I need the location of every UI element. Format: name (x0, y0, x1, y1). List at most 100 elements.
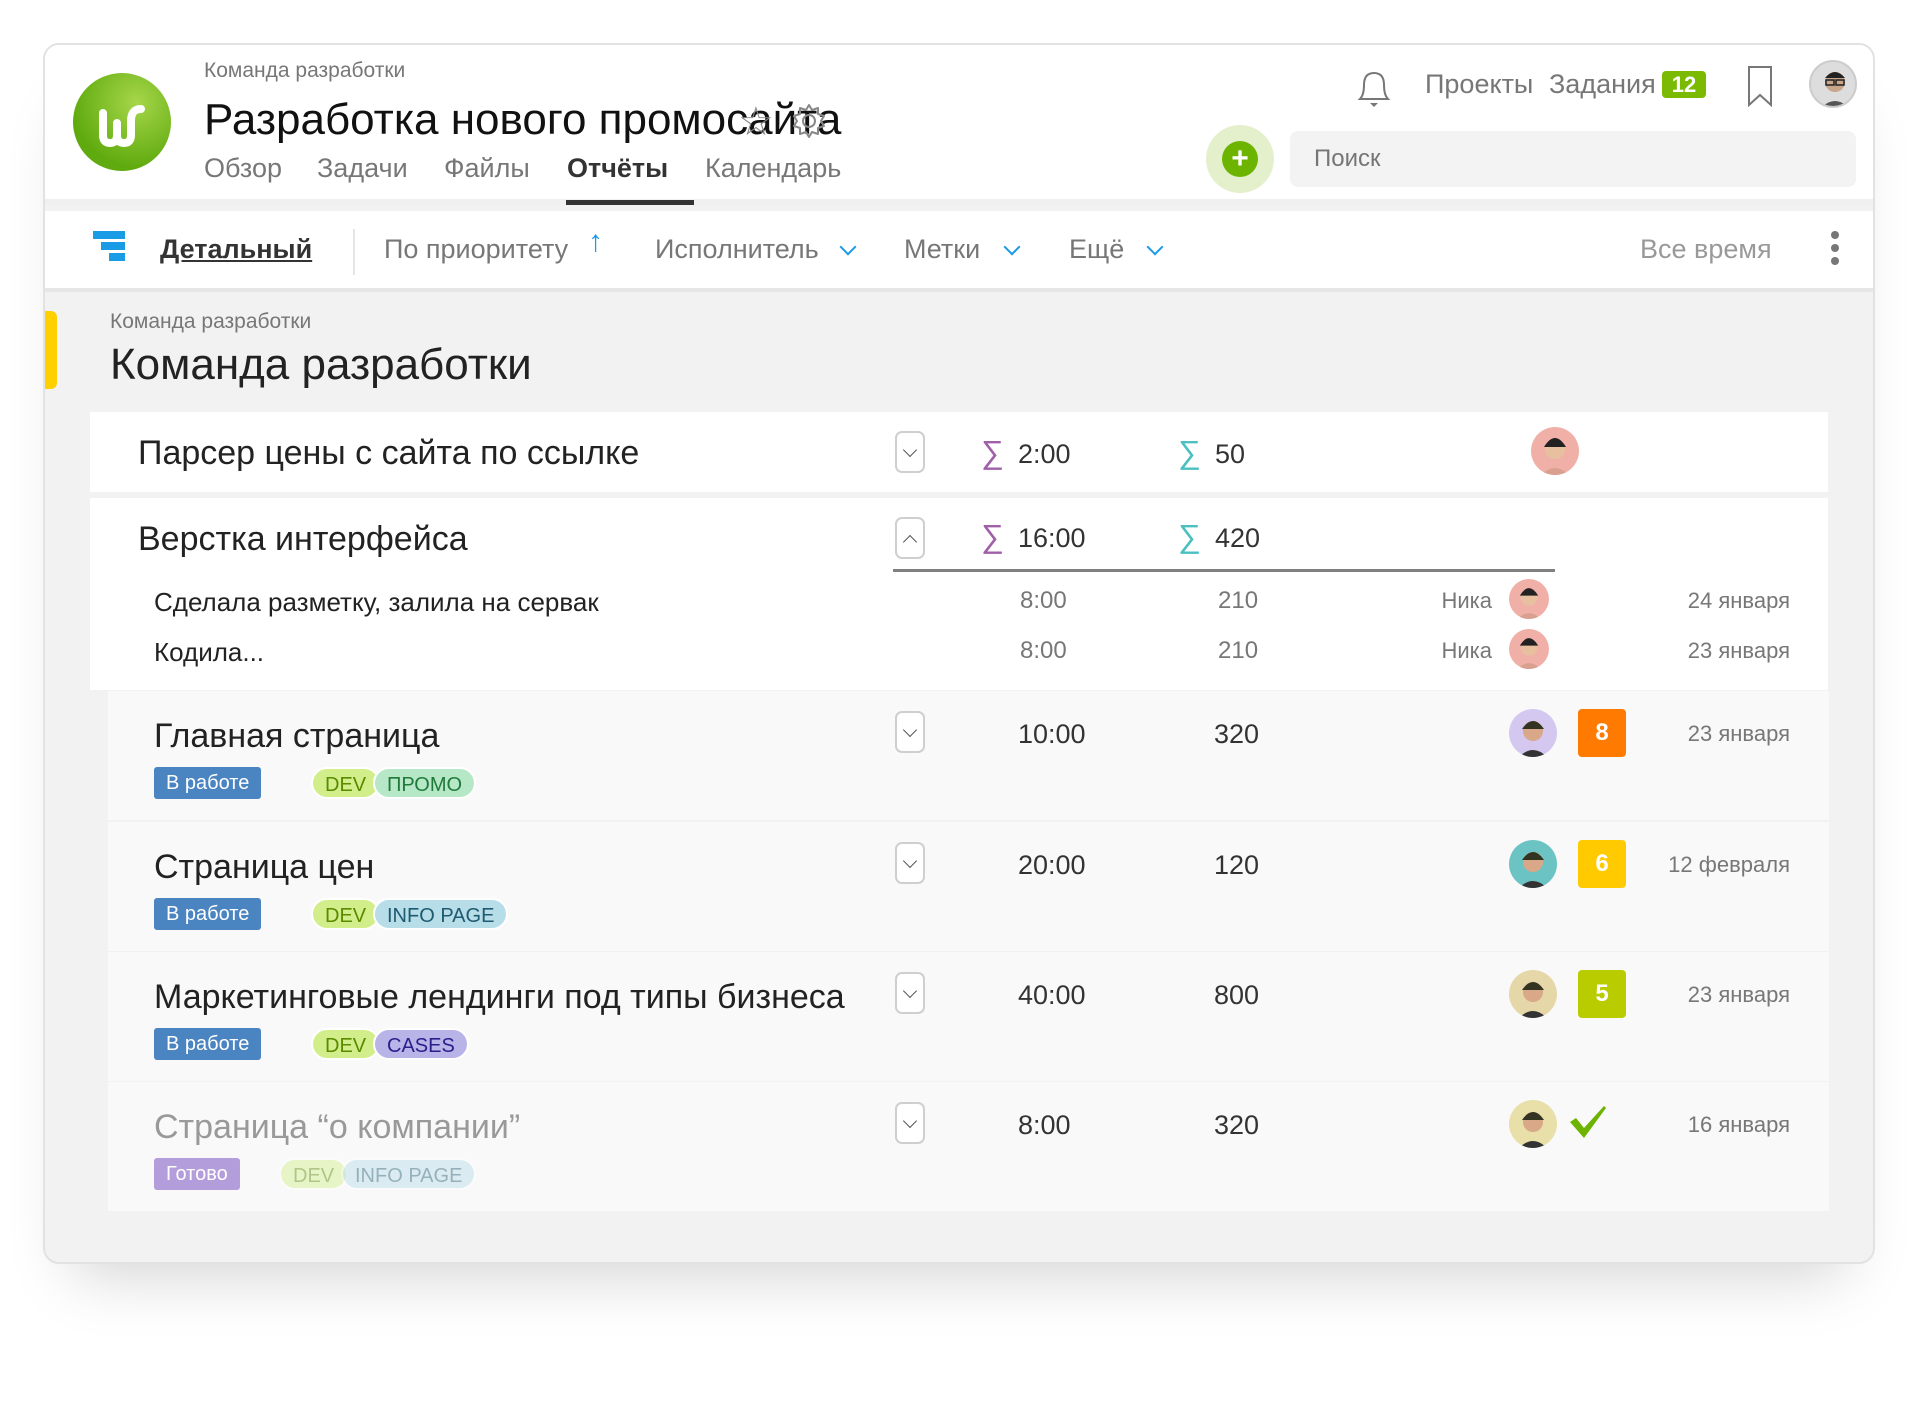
task-row[interactable]: Страница “о компании” Готово DEV INFO PAGE… (108, 1082, 1829, 1211)
status-badge[interactable]: В работе (154, 767, 262, 799)
avatar (1509, 1100, 1557, 1148)
sort-priority-button[interactable]: По приоритету (384, 234, 568, 265)
tasks-count-badge: 12 (1662, 71, 1706, 98)
tag-label[interactable]: ПРОМО (373, 767, 477, 799)
breadcrumb[interactable]: Команда разработки (204, 59, 405, 83)
tab-reports[interactable]: Отчёты (567, 153, 668, 184)
task-title[interactable]: Маркетинговые лендинги под типы бизнеса (154, 978, 845, 1017)
task-value: 800 (1214, 980, 1260, 1010)
group-value-total: 420 (1215, 523, 1261, 553)
group-value-total: 50 (1215, 439, 1246, 469)
expand-button[interactable] (895, 1102, 925, 1144)
task-row[interactable]: Главная страница В работе DEV ПРОМО 10:00 … (108, 691, 1829, 820)
status-badge[interactable]: В работе (154, 1028, 262, 1060)
avatar (1509, 970, 1557, 1018)
entry-value: 210 (1218, 637, 1259, 664)
tag-label[interactable]: INFO PAGE (373, 898, 509, 930)
tab-overview[interactable]: Обзор (204, 153, 282, 184)
tab-calendar[interactable]: Календарь (705, 153, 841, 184)
view-detailed-button[interactable]: Детальный (160, 234, 312, 265)
active-tab-indicator (566, 200, 694, 205)
group-title: Верстка интерфейса (138, 520, 468, 558)
chevron-down-icon (902, 983, 918, 999)
chevron-down-icon (902, 853, 918, 869)
task-row[interactable]: Страница цен В работе DEV INFO PAGE 20:00 … (108, 822, 1829, 951)
tag-label[interactable]: INFO PAGE (341, 1158, 477, 1190)
tab-tasks[interactable]: Задачи (317, 153, 408, 184)
more-options-icon[interactable] (1831, 231, 1839, 265)
gear-icon[interactable] (789, 101, 829, 146)
tag-label[interactable]: DEV (311, 898, 381, 930)
task-date: 16 января (1687, 1112, 1790, 1137)
tag-label[interactable]: DEV (311, 767, 381, 799)
more-filter[interactable]: Ещё (1069, 234, 1124, 265)
avatar (1509, 579, 1549, 619)
task-value: 320 (1214, 719, 1260, 749)
entry-user: Ника (1441, 588, 1492, 613)
expand-button[interactable] (895, 972, 925, 1014)
period-filter[interactable]: Все время (1640, 234, 1772, 265)
entry-time: 8:00 (1020, 637, 1067, 664)
tags-filter[interactable]: Метки (904, 234, 980, 265)
expand-button[interactable] (895, 842, 925, 884)
group-title: Парсер цены с сайта по ссылке (138, 434, 640, 472)
task-title[interactable]: Страница цен (154, 848, 374, 887)
tab-files[interactable]: Файлы (444, 153, 530, 184)
app-window: Команда разработки Разработка нового про… (43, 43, 1875, 1264)
task-date: 23 января (1687, 721, 1790, 746)
assignee-filter[interactable]: Исполнитель (655, 234, 819, 265)
list-view-icon (93, 231, 125, 261)
expand-button[interactable] (895, 711, 925, 753)
section-breadcrumb[interactable]: Команда разработки (110, 310, 311, 334)
status-badge[interactable]: Готово (154, 1158, 240, 1190)
tag-label[interactable]: DEV (311, 1028, 381, 1060)
entry-date: 23 января (1687, 638, 1790, 663)
task-value: 320 (1214, 1110, 1260, 1140)
totals-divider (893, 569, 1555, 572)
avatar (1531, 427, 1579, 475)
task-time: 8:00 (1018, 1110, 1071, 1140)
task-time: 40:00 (1018, 980, 1086, 1010)
nav-tasks[interactable]: Задания (1549, 69, 1656, 100)
group-row[interactable]: Верстка интерфейса ∑ 16:00 ∑ 420 Сделала… (90, 498, 1828, 690)
toolbar-divider (353, 229, 355, 275)
add-button[interactable]: + (1206, 125, 1274, 193)
task-title[interactable]: Главная страница (154, 717, 439, 756)
nav-projects[interactable]: Проекты (1425, 69, 1533, 100)
entry-text: Кодила... (154, 637, 265, 667)
tag-label[interactable]: CASES (373, 1028, 469, 1060)
sigma-value-icon: ∑ (1178, 518, 1201, 554)
chevron-down-icon (902, 1113, 918, 1129)
sort-ascending-icon[interactable]: ↑ (588, 225, 603, 259)
task-value: 120 (1214, 850, 1260, 880)
tag-label[interactable]: DEV (279, 1158, 349, 1190)
entry-date: 24 января (1687, 588, 1790, 613)
entry-time: 8:00 (1020, 587, 1067, 614)
plus-icon: + (1222, 141, 1258, 177)
search-input[interactable] (1290, 131, 1856, 187)
task-title[interactable]: Страница “о компании” (154, 1108, 520, 1147)
sigma-time-icon: ∑ (981, 434, 1004, 470)
star-icon[interactable]: ☆ (738, 99, 774, 145)
bookmark-icon[interactable] (1745, 65, 1775, 112)
task-date: 23 января (1687, 982, 1790, 1007)
expand-button[interactable] (895, 431, 925, 473)
group-row[interactable]: Парсер цены с сайта по ссылке ∑ 2:00 ∑ 5… (90, 412, 1828, 492)
avatar (1509, 629, 1549, 669)
user-avatar[interactable] (1809, 60, 1857, 108)
task-time: 20:00 (1018, 850, 1086, 880)
bell-icon[interactable] (1352, 63, 1396, 116)
section-title: Команда разработки (110, 340, 532, 389)
collapse-button[interactable] (895, 517, 925, 559)
group-time-total: 2:00 (1018, 439, 1071, 469)
status-badge[interactable]: В работе (154, 898, 262, 930)
group-time-total: 16:00 (1018, 523, 1086, 553)
avatar (1509, 709, 1557, 757)
task-date: 12 февраля (1668, 852, 1790, 877)
app-logo (73, 73, 171, 171)
section-marker (45, 311, 57, 389)
chevron-up-icon (902, 534, 918, 550)
entry-user: Ника (1441, 638, 1492, 663)
task-row[interactable]: Маркетинговые лендинги под типы бизнеса … (108, 952, 1829, 1081)
entry-text: Сделала разметку, залила на сервак (154, 587, 599, 617)
